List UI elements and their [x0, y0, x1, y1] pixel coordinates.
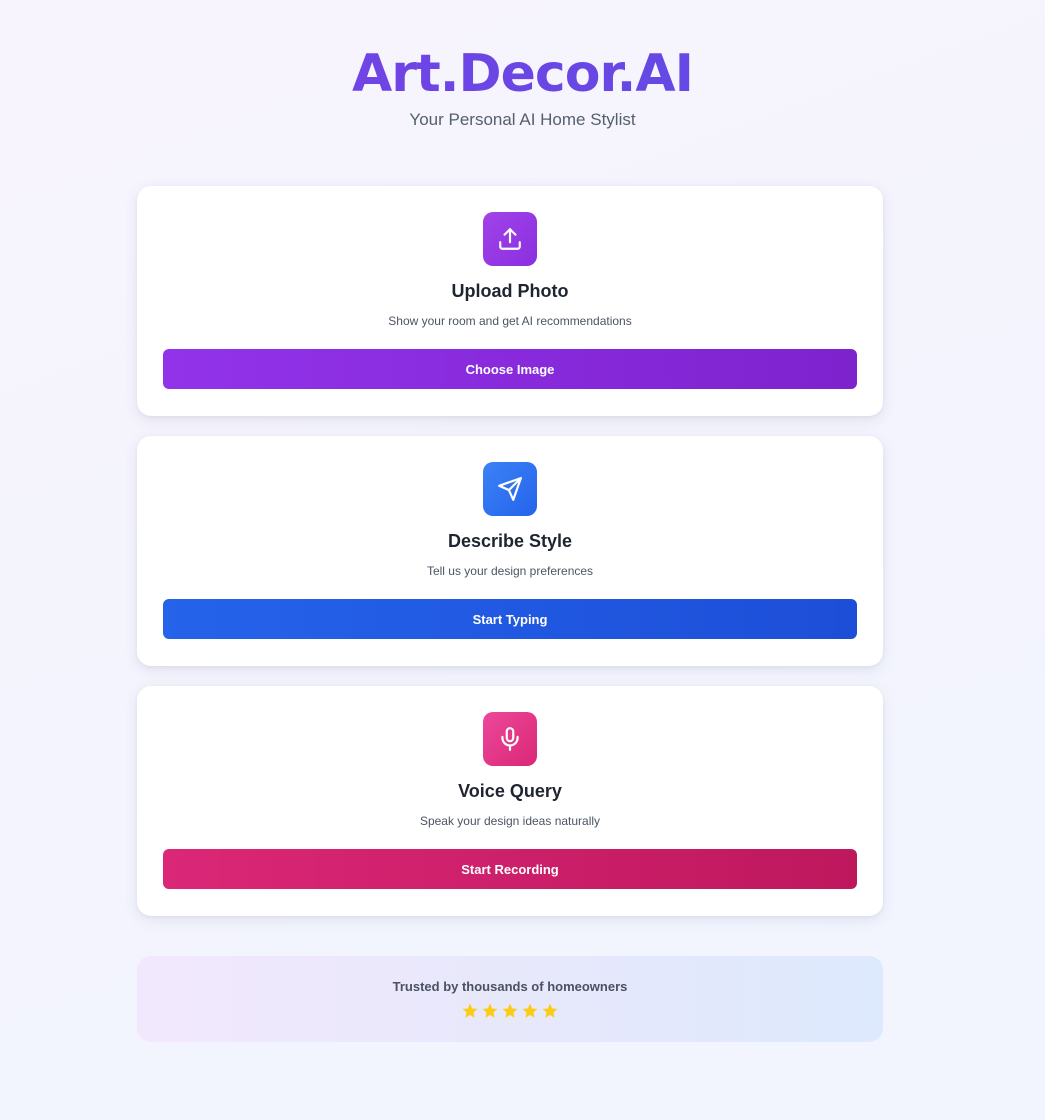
send-icon: [483, 462, 537, 516]
tagline: Your Personal AI Home Stylist: [409, 110, 636, 129]
star-icon: [482, 1003, 498, 1018]
upload-icon: [483, 212, 537, 266]
voice-query-card: Voice Query Speak your design ideas natu…: [137, 686, 883, 916]
start-typing-button[interactable]: Start Typing: [163, 599, 857, 639]
trust-banner: Trusted by thousands of homeowners: [137, 956, 883, 1042]
card-title: Voice Query: [458, 781, 562, 801]
microphone-icon: [483, 712, 537, 766]
trust-text: Trusted by thousands of homeowners: [392, 979, 628, 994]
star-icon: [522, 1003, 538, 1018]
star-rating: [137, 1002, 883, 1020]
card-subtitle: Tell us your design preferences: [426, 564, 594, 578]
card-subtitle: Show your room and get AI recommendation…: [388, 314, 632, 328]
star-icon: [502, 1003, 518, 1018]
page-header: Art.Decor.AI Your Personal AI Home Styli…: [0, 40, 1045, 130]
star-icon: [462, 1003, 478, 1018]
star-icon: [542, 1003, 558, 1018]
card-title: Describe Style: [447, 531, 573, 551]
choose-image-button[interactable]: Choose Image: [163, 349, 857, 389]
start-recording-button[interactable]: Start Recording: [163, 849, 857, 889]
card-subtitle: Speak your design ideas naturally: [419, 814, 601, 828]
upload-photo-card: Upload Photo Show your room and get AI r…: [137, 186, 883, 416]
brand-title: Art.Decor.AI: [0, 40, 1045, 108]
describe-style-card: Describe Style Tell us your design prefe…: [137, 436, 883, 666]
card-title: Upload Photo: [451, 281, 569, 301]
